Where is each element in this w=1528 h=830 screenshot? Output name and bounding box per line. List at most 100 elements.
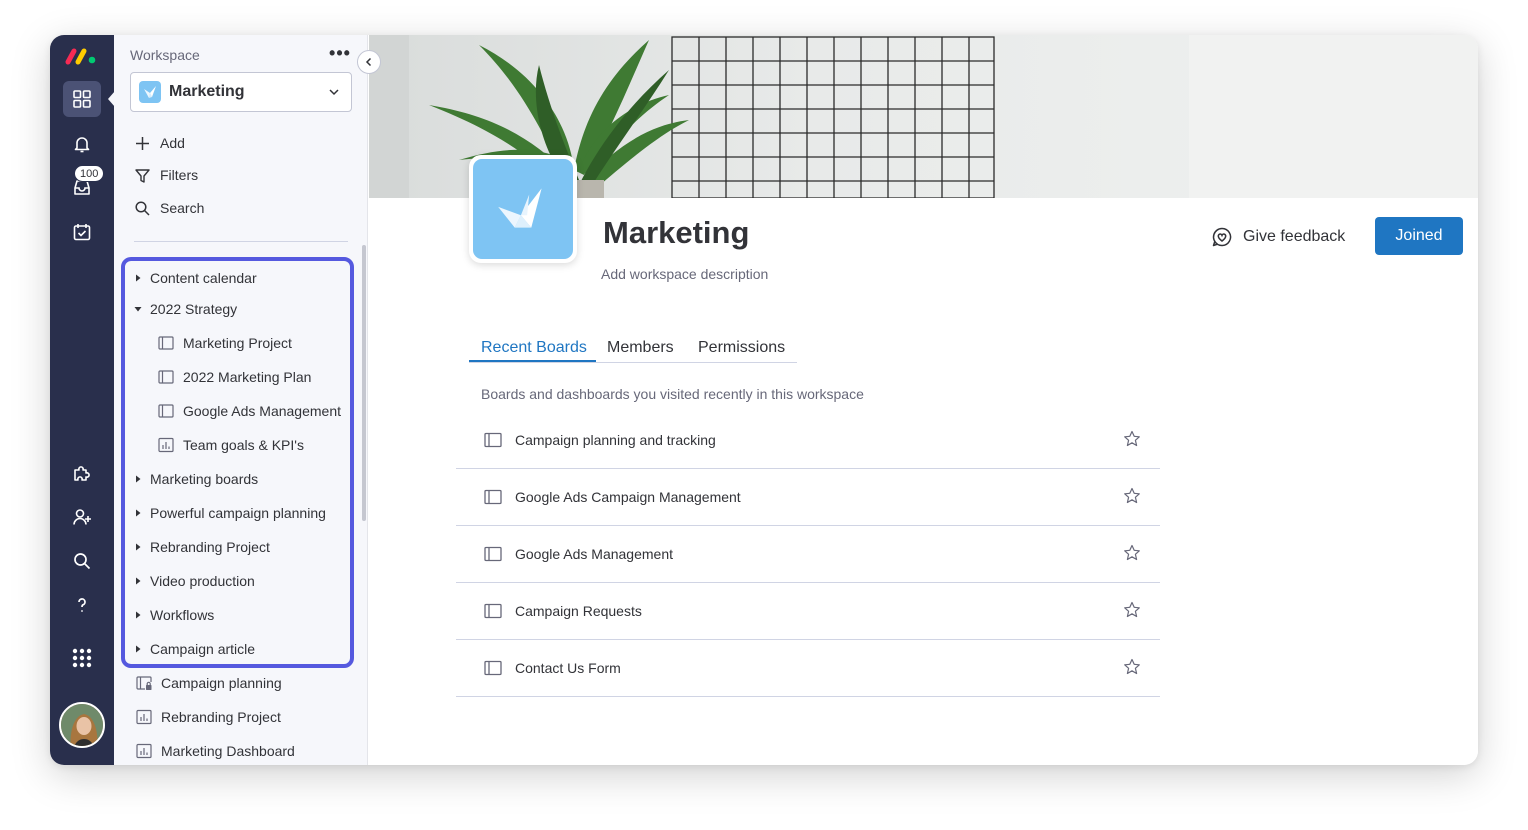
tree-item-label: Video production: [150, 573, 255, 589]
workspace-logo-large[interactable]: [469, 155, 577, 263]
bell-icon: [74, 137, 90, 153]
workspace-selector[interactable]: Marketing: [130, 72, 352, 112]
user-photo: [61, 704, 103, 746]
board-icon: [158, 404, 174, 418]
folder-video-production[interactable]: Video production: [134, 570, 255, 592]
recent-board-row[interactable]: Campaign Requests: [456, 583, 1160, 640]
folder-workflows[interactable]: Workflows: [134, 604, 214, 626]
question-mark-icon: [78, 598, 86, 612]
collapse-sidebar-button[interactable]: [357, 50, 381, 74]
dashboard-icon: [158, 437, 174, 453]
tab-permissions[interactable]: Permissions: [698, 339, 785, 357]
board-campaign-planning[interactable]: Campaign planning: [136, 672, 282, 694]
board-2022-marketing-plan[interactable]: 2022 Marketing Plan: [158, 366, 311, 388]
plus-icon: [136, 136, 149, 150]
folder-marketing-boards[interactable]: Marketing boards: [134, 468, 258, 490]
workspace-tabs: Recent Boards Members Permissions: [469, 331, 797, 363]
caret-right-icon: [136, 577, 141, 585]
origami-bird-icon: [498, 188, 542, 228]
private-board-icon: [136, 676, 152, 690]
apps-button[interactable]: [63, 455, 101, 491]
filters-button[interactable]: Filters: [134, 164, 198, 186]
tree-item-label: Marketing Dashboard: [161, 743, 295, 759]
workspace-more-button[interactable]: •••: [328, 41, 352, 65]
tree-item-label: Team goals & KPI's: [183, 437, 304, 453]
puzzle-icon: [74, 466, 90, 481]
monday-logo[interactable]: [64, 45, 100, 67]
dashboard-marketing-dashboard[interactable]: Marketing Dashboard: [136, 740, 295, 762]
inbox-count-badge: 100: [74, 165, 105, 182]
home-button[interactable]: [63, 81, 101, 117]
tree-item-label: Campaign article: [150, 641, 256, 657]
products-switcher-button[interactable]: [63, 640, 101, 676]
sidebar-scrollbar[interactable]: [362, 245, 366, 521]
star-icon[interactable]: [1123, 658, 1141, 676]
board-marketing-project[interactable]: Marketing Project: [158, 332, 292, 354]
origami-bird-icon: [144, 86, 156, 98]
app-window: 100 Workspace ••• Marketing Add Filters …: [50, 35, 1478, 765]
tree-item-label: 2022 Strategy: [150, 301, 238, 317]
workspace-label: Workspace: [130, 47, 200, 63]
caret-right-icon: [136, 475, 141, 483]
my-work-button[interactable]: [63, 214, 101, 250]
feedback-heart-bubble-icon: [1212, 227, 1232, 247]
tab-members[interactable]: Members: [607, 339, 674, 357]
sidebar-search-button[interactable]: Search: [134, 197, 204, 219]
recent-board-name: Google Ads Management: [515, 546, 673, 562]
give-feedback-button[interactable]: Give feedback: [1211, 225, 1345, 249]
dashboard-team-goals[interactable]: Team goals & KPI's: [158, 434, 304, 456]
star-icon[interactable]: [1123, 487, 1141, 505]
notifications-button[interactable]: [63, 126, 101, 162]
board-icon: [484, 546, 502, 562]
search-icon: [135, 200, 150, 216]
recent-board-row[interactable]: Campaign planning and tracking: [456, 412, 1160, 469]
add-button[interactable]: Add: [134, 132, 185, 154]
chevron-left-icon: [365, 57, 372, 67]
tree-item-label: Google Ads Management: [183, 403, 341, 419]
star-icon[interactable]: [1123, 544, 1141, 562]
star-icon[interactable]: [1123, 430, 1141, 448]
folder-campaign-article[interactable]: Campaign article: [134, 638, 255, 660]
left-rail: 100: [50, 35, 115, 765]
caret-right-icon: [136, 274, 141, 282]
recent-board-name: Campaign Requests: [515, 603, 642, 619]
star-icon[interactable]: [1123, 601, 1141, 619]
tree-item-label: Rebranding Project: [161, 709, 281, 725]
dashboard-icon: [136, 743, 152, 759]
folder-powerful-campaign-planning[interactable]: Powerful campaign planning: [134, 502, 326, 524]
sidebar-divider: [134, 241, 348, 242]
invite-members-button[interactable]: [63, 499, 101, 535]
board-icon: [484, 603, 502, 619]
search-button[interactable]: [63, 543, 101, 579]
tree-item-label: Marketing boards: [150, 471, 259, 487]
workspace-main: Marketing Add workspace description Give…: [369, 35, 1478, 765]
board-google-ads-management[interactable]: Google Ads Management: [158, 400, 341, 422]
search-icon: [74, 553, 91, 570]
recent-board-row[interactable]: Contact Us Form: [456, 640, 1160, 697]
board-icon: [158, 370, 174, 384]
calendar-check-icon: [73, 224, 91, 241]
tab-recent-boards[interactable]: Recent Boards: [481, 339, 587, 357]
joined-button[interactable]: Joined: [1375, 217, 1463, 255]
grid-icon: [73, 90, 91, 108]
recent-board-row[interactable]: Google Ads Management: [456, 526, 1160, 583]
recent-boards-subtitle: Boards and dashboards you visited recent…: [481, 386, 864, 402]
recent-board-name: Google Ads Campaign Management: [515, 489, 741, 505]
folder-content-calendar[interactable]: Content calendar: [134, 267, 257, 289]
dashboard-icon: [136, 709, 152, 725]
tree-item-label: Marketing Project: [183, 335, 292, 351]
board-icon: [484, 489, 502, 505]
caret-right-icon: [136, 509, 141, 517]
user-avatar[interactable]: [59, 702, 105, 748]
help-button[interactable]: [63, 587, 101, 623]
caret-right-icon: [136, 543, 141, 551]
folder-2022-strategy[interactable]: 2022 Strategy: [134, 298, 237, 320]
dashboard-rebranding-project[interactable]: Rebranding Project: [136, 706, 281, 728]
add-label: Add: [160, 135, 185, 151]
folder-rebranding-project[interactable]: Rebranding Project: [134, 536, 270, 558]
workspace-description[interactable]: Add workspace description: [601, 266, 768, 282]
workspace-sidebar: Workspace ••• Marketing Add Filters Sear…: [114, 35, 368, 765]
tree-item-label: Rebranding Project: [150, 539, 270, 555]
add-user-icon: [73, 509, 91, 525]
recent-board-row[interactable]: Google Ads Campaign Management: [456, 469, 1160, 526]
